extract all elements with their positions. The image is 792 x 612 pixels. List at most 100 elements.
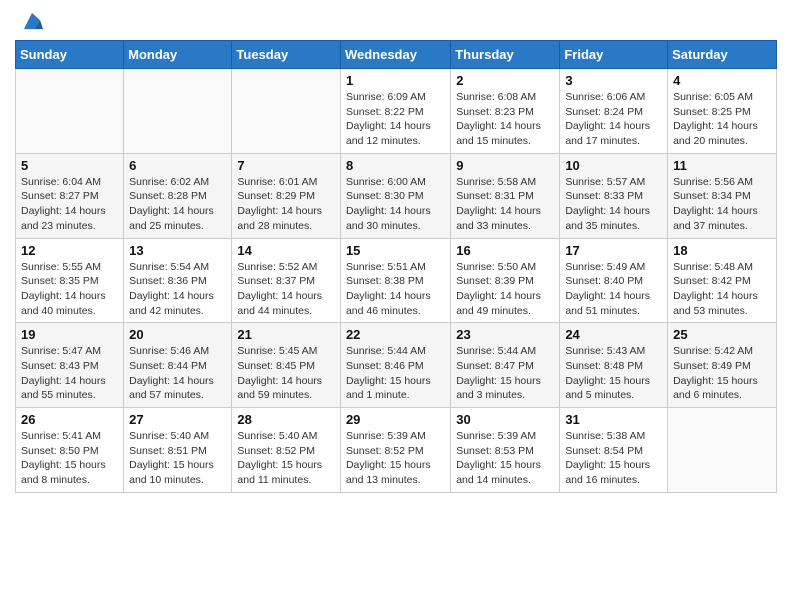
day-info: Sunrise: 5:38 AM Sunset: 8:54 PM Dayligh… — [565, 429, 662, 488]
page-header — [15, 10, 777, 32]
logo-icon — [21, 10, 43, 32]
calendar-week-2: 12Sunrise: 5:55 AM Sunset: 8:35 PM Dayli… — [16, 238, 777, 323]
day-info: Sunrise: 5:41 AM Sunset: 8:50 PM Dayligh… — [21, 429, 118, 488]
calendar-cell: 1Sunrise: 6:09 AM Sunset: 8:22 PM Daylig… — [340, 69, 450, 154]
calendar-body: 1Sunrise: 6:09 AM Sunset: 8:22 PM Daylig… — [16, 69, 777, 493]
day-number: 19 — [21, 327, 118, 342]
day-info: Sunrise: 5:40 AM Sunset: 8:52 PM Dayligh… — [237, 429, 335, 488]
day-info: Sunrise: 5:47 AM Sunset: 8:43 PM Dayligh… — [21, 344, 118, 403]
day-info: Sunrise: 6:05 AM Sunset: 8:25 PM Dayligh… — [673, 90, 771, 149]
day-info: Sunrise: 5:55 AM Sunset: 8:35 PM Dayligh… — [21, 260, 118, 319]
calendar-cell — [16, 69, 124, 154]
calendar-cell: 31 Sunrise: 5:38 AM Sunset: 8:54 PM Dayli… — [560, 408, 668, 493]
calendar-week-0: 1Sunrise: 6:09 AM Sunset: 8:22 PM Daylig… — [16, 69, 777, 154]
day-number: 23 — [456, 327, 554, 342]
day-info: Sunrise: 6:06 AM Sunset: 8:24 PM Dayligh… — [565, 90, 662, 149]
calendar-cell: 3 Sunrise: 6:06 AM Sunset: 8:24 PM Daylig… — [560, 69, 668, 154]
calendar-week-4: 26 Sunrise: 5:41 AM Sunset: 8:50 PM Dayli… — [16, 408, 777, 493]
day-number: 17 — [565, 243, 662, 258]
calendar-cell: 7 Sunrise: 6:01 AM Sunset: 8:29 PM Daylig… — [232, 153, 341, 238]
calendar-cell — [668, 408, 777, 493]
day-number: 2 — [456, 73, 554, 88]
day-number: 25 — [673, 327, 771, 342]
logo — [15, 10, 43, 32]
day-number: 3 — [565, 73, 662, 88]
day-info: Sunrise: 5:58 AM Sunset: 8:31 PM Dayligh… — [456, 175, 554, 234]
day-info: Sunrise: 5:48 AM Sunset: 8:42 PM Dayligh… — [673, 260, 771, 319]
day-number: 9 — [456, 158, 554, 173]
day-number: 28 — [237, 412, 335, 427]
weekday-header-tuesday: Tuesday — [232, 41, 341, 69]
day-number: 21 — [237, 327, 335, 342]
calendar-cell: 8Sunrise: 6:00 AM Sunset: 8:30 PM Daylig… — [340, 153, 450, 238]
day-info: Sunrise: 6:09 AM Sunset: 8:22 PM Dayligh… — [346, 90, 445, 149]
day-info: Sunrise: 5:46 AM Sunset: 8:44 PM Dayligh… — [129, 344, 226, 403]
calendar-cell: 26 Sunrise: 5:41 AM Sunset: 8:50 PM Dayli… — [16, 408, 124, 493]
day-info: Sunrise: 5:42 AM Sunset: 8:49 PM Dayligh… — [673, 344, 771, 403]
day-info: Sunrise: 5:43 AM Sunset: 8:48 PM Dayligh… — [565, 344, 662, 403]
calendar-cell: 29 Sunrise: 5:39 AM Sunset: 8:52 PM Dayli… — [340, 408, 450, 493]
day-number: 5 — [21, 158, 118, 173]
calendar-cell: 21 Sunrise: 5:45 AM Sunset: 8:45 PM Dayli… — [232, 323, 341, 408]
calendar-week-3: 19 Sunrise: 5:47 AM Sunset: 8:43 PM Dayli… — [16, 323, 777, 408]
weekday-header-monday: Monday — [124, 41, 232, 69]
calendar-cell: 30 Sunrise: 5:39 AM Sunset: 8:53 PM Dayli… — [451, 408, 560, 493]
day-number: 15 — [346, 243, 445, 258]
calendar-cell: 25 Sunrise: 5:42 AM Sunset: 8:49 PM Dayli… — [668, 323, 777, 408]
weekday-header-saturday: Saturday — [668, 41, 777, 69]
day-number: 13 — [129, 243, 226, 258]
day-info: Sunrise: 5:39 AM Sunset: 8:52 PM Dayligh… — [346, 429, 445, 488]
calendar-cell — [232, 69, 341, 154]
calendar-cell: 16Sunrise: 5:50 AM Sunset: 8:39 PM Dayli… — [451, 238, 560, 323]
day-number: 30 — [456, 412, 554, 427]
calendar-cell: 14 Sunrise: 5:52 AM Sunset: 8:37 PM Dayli… — [232, 238, 341, 323]
day-info: Sunrise: 6:01 AM Sunset: 8:29 PM Dayligh… — [237, 175, 335, 234]
day-number: 20 — [129, 327, 226, 342]
day-info: Sunrise: 5:40 AM Sunset: 8:51 PM Dayligh… — [129, 429, 226, 488]
day-number: 10 — [565, 158, 662, 173]
day-info: Sunrise: 5:52 AM Sunset: 8:37 PM Dayligh… — [237, 260, 335, 319]
day-number: 11 — [673, 158, 771, 173]
day-number: 26 — [21, 412, 118, 427]
calendar-cell: 6 Sunrise: 6:02 AM Sunset: 8:28 PM Daylig… — [124, 153, 232, 238]
day-number: 4 — [673, 73, 771, 88]
day-number: 7 — [237, 158, 335, 173]
weekday-header-sunday: Sunday — [16, 41, 124, 69]
day-info: Sunrise: 6:04 AM Sunset: 8:27 PM Dayligh… — [21, 175, 118, 234]
calendar-cell: 13 Sunrise: 5:54 AM Sunset: 8:36 PM Dayli… — [124, 238, 232, 323]
day-info: Sunrise: 5:39 AM Sunset: 8:53 PM Dayligh… — [456, 429, 554, 488]
weekday-header-thursday: Thursday — [451, 41, 560, 69]
day-number: 24 — [565, 327, 662, 342]
calendar-week-1: 5 Sunrise: 6:04 AM Sunset: 8:27 PM Daylig… — [16, 153, 777, 238]
day-number: 27 — [129, 412, 226, 427]
day-number: 18 — [673, 243, 771, 258]
calendar-cell: 27 Sunrise: 5:40 AM Sunset: 8:51 PM Dayli… — [124, 408, 232, 493]
calendar-cell: 17Sunrise: 5:49 AM Sunset: 8:40 PM Dayli… — [560, 238, 668, 323]
calendar-cell: 10Sunrise: 5:57 AM Sunset: 8:33 PM Dayli… — [560, 153, 668, 238]
weekday-header-friday: Friday — [560, 41, 668, 69]
day-number: 14 — [237, 243, 335, 258]
day-number: 22 — [346, 327, 445, 342]
calendar-cell: 24 Sunrise: 5:43 AM Sunset: 8:48 PM Dayli… — [560, 323, 668, 408]
calendar-cell: 15 Sunrise: 5:51 AM Sunset: 8:38 PM Dayli… — [340, 238, 450, 323]
day-info: Sunrise: 6:08 AM Sunset: 8:23 PM Dayligh… — [456, 90, 554, 149]
day-info: Sunrise: 5:51 AM Sunset: 8:38 PM Dayligh… — [346, 260, 445, 319]
calendar-cell: 20 Sunrise: 5:46 AM Sunset: 8:44 PM Dayli… — [124, 323, 232, 408]
day-info: Sunrise: 5:44 AM Sunset: 8:47 PM Dayligh… — [456, 344, 554, 403]
calendar-cell: 5 Sunrise: 6:04 AM Sunset: 8:27 PM Daylig… — [16, 153, 124, 238]
calendar-cell — [124, 69, 232, 154]
day-number: 29 — [346, 412, 445, 427]
day-info: Sunrise: 6:00 AM Sunset: 8:30 PM Dayligh… — [346, 175, 445, 234]
day-number: 31 — [565, 412, 662, 427]
calendar-cell: 9 Sunrise: 5:58 AM Sunset: 8:31 PM Daylig… — [451, 153, 560, 238]
calendar-cell: 23 Sunrise: 5:44 AM Sunset: 8:47 PM Dayli… — [451, 323, 560, 408]
calendar-cell: 18 Sunrise: 5:48 AM Sunset: 8:42 PM Dayli… — [668, 238, 777, 323]
day-number: 6 — [129, 158, 226, 173]
day-info: Sunrise: 5:44 AM Sunset: 8:46 PM Dayligh… — [346, 344, 445, 403]
calendar-cell: 2 Sunrise: 6:08 AM Sunset: 8:23 PM Daylig… — [451, 69, 560, 154]
day-info: Sunrise: 5:54 AM Sunset: 8:36 PM Dayligh… — [129, 260, 226, 319]
day-info: Sunrise: 6:02 AM Sunset: 8:28 PM Dayligh… — [129, 175, 226, 234]
weekday-header-wednesday: Wednesday — [340, 41, 450, 69]
day-info: Sunrise: 5:45 AM Sunset: 8:45 PM Dayligh… — [237, 344, 335, 403]
calendar-cell: 12Sunrise: 5:55 AM Sunset: 8:35 PM Dayli… — [16, 238, 124, 323]
